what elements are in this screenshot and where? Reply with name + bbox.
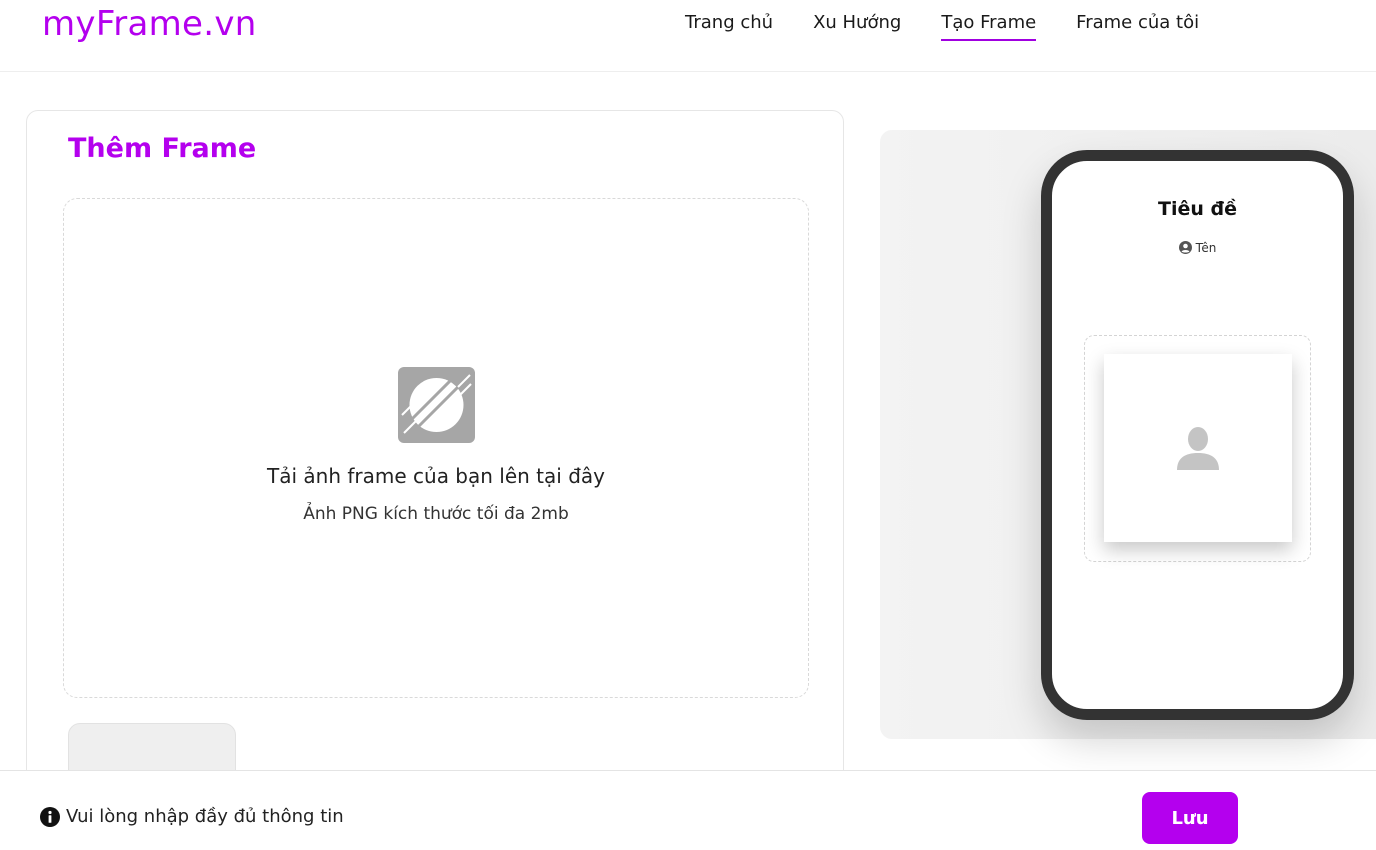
avatar-placeholder-icon	[1177, 427, 1219, 470]
frame-upload-dropzone[interactable]: Tải ảnh frame của bạn lên tại đây Ảnh PN…	[63, 198, 809, 698]
top-header: myFrame.vn Trang chủ Xu Hướng Tạo Frame …	[0, 0, 1376, 72]
nav-item-home[interactable]: Trang chủ	[685, 12, 773, 41]
user-circle-icon	[1178, 241, 1192, 254]
bottom-bar: Vui lòng nhập đầy đủ thông tin Lưu	[0, 770, 1376, 850]
notice-text: Vui lòng nhập đầy đủ thông tin	[66, 806, 344, 827]
validation-notice: Vui lòng nhập đầy đủ thông tin	[40, 806, 344, 827]
main-nav: Trang chủ Xu Hướng Tạo Frame Frame của t…	[685, 12, 1239, 41]
dropzone-hint: Ảnh PNG kích thước tối đa 2mb	[303, 504, 569, 524]
nav-item-my-frames[interactable]: Frame của tôi	[1076, 12, 1199, 41]
page-title: Thêm Frame	[68, 133, 257, 164]
info-icon	[40, 806, 60, 827]
preview-title: Tiêu đề	[1158, 198, 1237, 220]
dropzone-label: Tải ảnh frame của bạn lên tại đây	[267, 464, 605, 488]
preview-avatar-image	[1104, 354, 1292, 542]
phone-preview: Tiêu đề Tên	[1041, 150, 1354, 720]
preview-author: Tên	[1052, 241, 1343, 255]
add-frame-card: Thêm Frame Tải ảnh frame của bạn lên tại…	[26, 110, 844, 810]
nav-item-trending[interactable]: Xu Hướng	[813, 12, 901, 41]
nav-item-create-frame[interactable]: Tạo Frame	[941, 12, 1037, 41]
preview-frame-box	[1084, 335, 1311, 562]
upload-image-icon	[398, 367, 475, 443]
save-button[interactable]: Lưu	[1142, 792, 1238, 844]
preview-author-name: Tên	[1195, 241, 1217, 255]
logo[interactable]: myFrame.vn	[42, 4, 257, 44]
